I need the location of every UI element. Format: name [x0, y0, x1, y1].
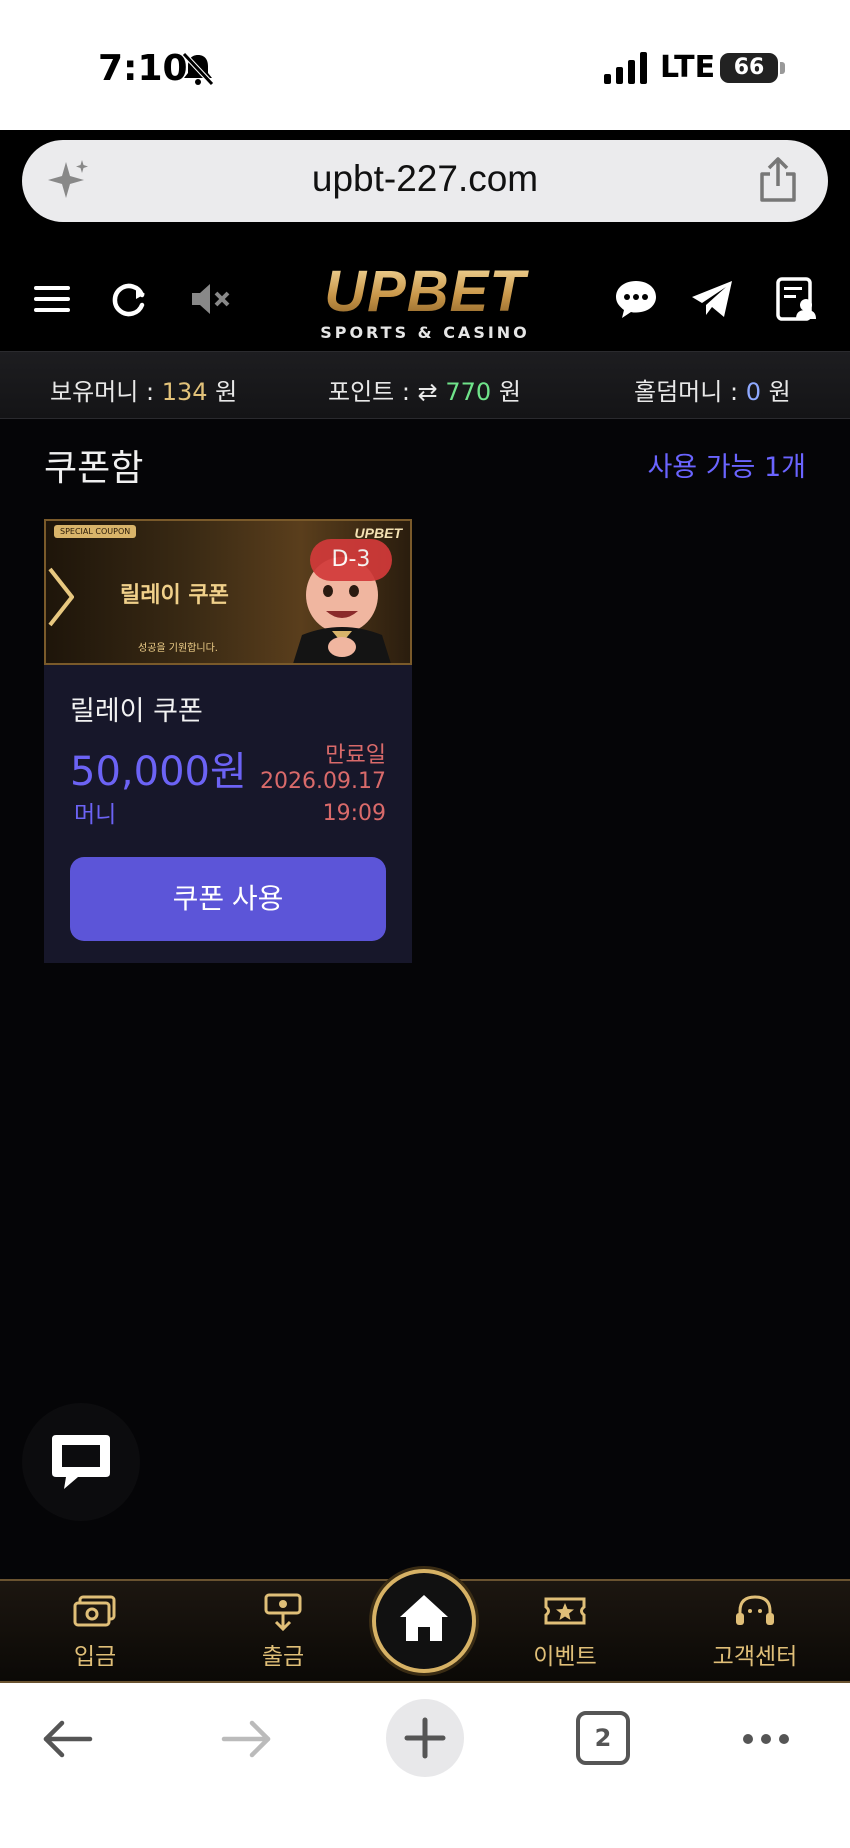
nav-withdraw[interactable]: 출금 — [218, 1591, 348, 1671]
more-icon[interactable] — [738, 1711, 794, 1767]
coupon-banner-image: SPECIAL COUPON 릴레이 쿠폰 성공을 기원합니다. UPBET D… — [44, 519, 412, 665]
url-text[interactable]: upbt-227.com — [22, 158, 828, 200]
new-tab-button[interactable] — [386, 1699, 464, 1777]
nav-withdraw-label: 출금 — [261, 1644, 305, 1670]
refresh-icon[interactable] — [106, 275, 154, 323]
browser-toolbar: 2 — [0, 1683, 850, 1848]
coupon-page: 쿠폰함 사용 가능 1개 SPECIAL COUPON 릴레이 쿠폰 성공을 기… — [0, 419, 850, 1579]
battery-indicator: 66 — [720, 53, 778, 83]
nav-deposit[interactable]: 입금 — [30, 1591, 160, 1671]
point-unit: 원 — [498, 378, 521, 406]
coupon-details: 릴레이 쿠폰 50,000원 머니 만료일 2026.09.17 19:09 쿠… — [44, 665, 412, 963]
banner-tag: SPECIAL COUPON — [54, 525, 137, 538]
cash-icon — [73, 1595, 116, 1627]
network-label: LTE — [660, 50, 716, 85]
coupon-card: SPECIAL COUPON 릴레이 쿠폰 성공을 기원합니다. UPBET D… — [44, 519, 412, 963]
chevron-right-icon — [48, 567, 74, 627]
logo-sub-text: SPORTS & CASINO — [320, 323, 530, 342]
nav-deposit-label: 입금 — [73, 1644, 117, 1670]
withdraw-icon — [264, 1593, 302, 1632]
nav-event[interactable]: 이벤트 — [500, 1591, 630, 1671]
page-title: 쿠폰함 — [44, 448, 144, 489]
money-unit: 원 — [215, 378, 238, 406]
available-count: 사용 가능 1개 — [647, 452, 806, 483]
holdem-label: 홀덤머니 : — [634, 378, 739, 406]
expiry-date: 2026.09.17 — [260, 769, 386, 794]
upbet-logo[interactable]: UPBET SPORTS & CASINO — [308, 263, 542, 343]
expiry-label: 만료일 — [325, 743, 386, 768]
url-bar[interactable]: upbt-227.com — [22, 140, 828, 222]
user-card-icon[interactable] — [772, 275, 820, 323]
coupon-name: 릴레이 쿠폰 — [70, 696, 203, 727]
headset-icon — [736, 1595, 774, 1625]
ticket-star-icon — [544, 1597, 586, 1625]
nav-support[interactable]: 고객센터 — [690, 1591, 820, 1671]
tabs-button[interactable]: 2 — [576, 1711, 630, 1765]
money-balance[interactable]: 보유머니 : 134 원 — [50, 372, 237, 407]
money-value: 134 — [161, 378, 208, 406]
share-icon[interactable] — [756, 156, 800, 204]
menu-icon[interactable] — [28, 275, 76, 323]
banner-title: 릴레이 쿠폰 — [120, 583, 229, 608]
signal-icon — [604, 52, 647, 84]
forward-arrow-icon[interactable] — [218, 1711, 274, 1767]
balance-bar: 보유머니 : 134 원 포인트 : ⇄ 770 원 홀덤머니 : 0 원 — [0, 351, 850, 419]
home-icon — [400, 1595, 448, 1641]
bell-muted-icon — [182, 52, 214, 86]
use-coupon-button[interactable]: 쿠폰 사용 — [70, 857, 386, 941]
coupon-amount: 50,000원 — [70, 749, 247, 795]
bottom-nav: 입금 출금 이벤트 고객센터 — [0, 1569, 850, 1683]
holdem-unit: 원 — [768, 378, 791, 406]
home-button[interactable] — [372, 1569, 476, 1673]
holdem-value: 0 — [745, 378, 761, 406]
exchange-icon[interactable]: ⇄ — [418, 378, 438, 406]
sound-muted-icon[interactable] — [186, 275, 234, 323]
coupon-type: 머니 — [74, 802, 117, 828]
banner-subtitle: 성공을 기원합니다. — [138, 643, 218, 654]
chat-bubble-icon[interactable] — [612, 275, 660, 323]
nav-support-label: 고객센터 — [712, 1644, 798, 1670]
status-time: 7:10 — [98, 48, 188, 89]
status-bar: 7:10 LTE 66 — [0, 0, 850, 130]
logo-main-text: UPBET — [308, 263, 542, 321]
money-label: 보유머니 : — [50, 378, 155, 406]
plus-icon — [404, 1717, 446, 1759]
chat-icon — [52, 1435, 110, 1489]
live-chat-button[interactable] — [22, 1403, 140, 1521]
nav-event-label: 이벤트 — [533, 1644, 597, 1670]
point-balance[interactable]: 포인트 : ⇄ 770 원 — [328, 372, 521, 407]
dday-badge: D-3 — [310, 539, 392, 581]
point-value: 770 — [445, 378, 492, 406]
holdem-balance[interactable]: 홀덤머니 : 0 원 — [634, 372, 791, 407]
battery-tip — [780, 62, 785, 74]
app-header: UPBET SPORTS & CASINO — [0, 245, 850, 351]
point-label: 포인트 : — [328, 378, 410, 406]
back-arrow-icon[interactable] — [40, 1711, 96, 1767]
telegram-icon[interactable] — [688, 275, 736, 323]
expiry-time: 19:09 — [322, 801, 386, 826]
